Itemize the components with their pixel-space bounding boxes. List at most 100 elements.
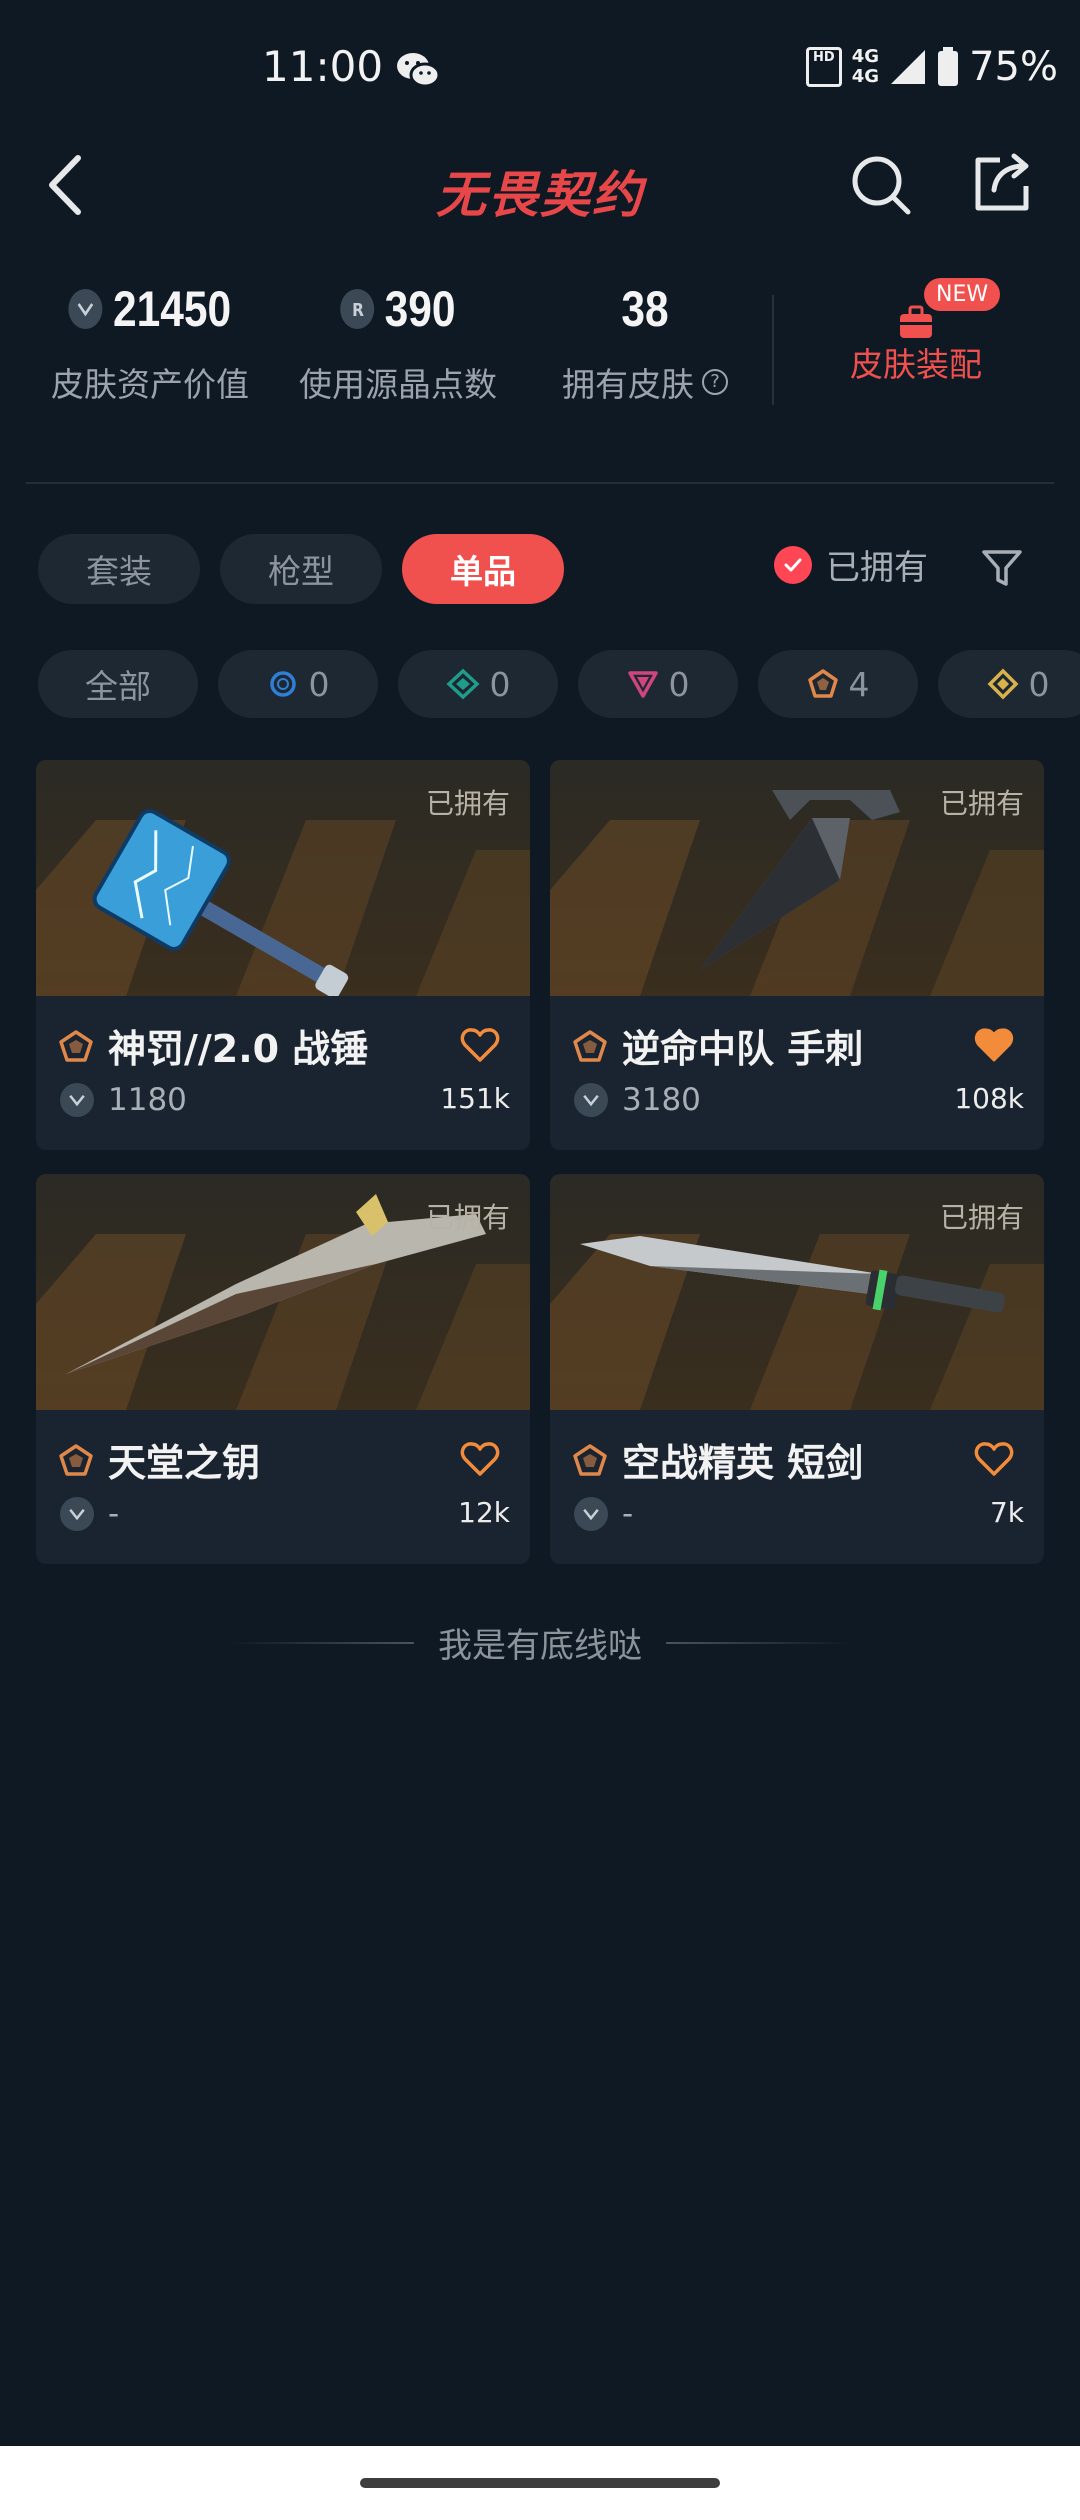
section-divider (26, 482, 1054, 484)
item-price: - (574, 1496, 633, 1532)
item-name: 神罚//2.0 战锤 (108, 1027, 369, 1071)
vp-icon (574, 1497, 608, 1531)
tab-single-items[interactable]: 单品 (402, 534, 564, 604)
battery-percent: 75% (969, 44, 1058, 90)
rarity-all[interactable]: 全部 (38, 650, 198, 718)
item-card[interactable]: 已拥有 天堂之钥 - 12k (36, 1174, 530, 1564)
rarity-select[interactable]: 0 (218, 650, 378, 718)
network-type: 4G 4G (852, 47, 879, 87)
owned-filter-toggle[interactable]: 已拥有 (774, 540, 928, 589)
item-title: 天堂之钥 (58, 1432, 260, 1487)
check-icon (774, 545, 812, 584)
divider-left (230, 1641, 414, 1644)
app-logo: 无畏契约 (436, 166, 644, 224)
filter-icon[interactable] (980, 546, 1024, 590)
heart-outline-icon[interactable] (460, 1440, 500, 1478)
item-name: 空战精英 短剑 (622, 1441, 864, 1485)
item-card[interactable]: 已拥有 逆命中队 手刺 3180 108k (550, 760, 1044, 1150)
item-price: 1180 (60, 1082, 187, 1118)
category-tabs: 套装 枪型 单品 (38, 534, 564, 606)
rarity-ultra[interactable]: 0 (938, 650, 1080, 718)
item-title: 逆命中队 手刺 (572, 1018, 863, 1073)
rarity-deluxe-count: 0 (489, 664, 511, 704)
owned-filter-label: 已拥有 (826, 548, 928, 588)
heart-outline-icon[interactable] (974, 1440, 1014, 1478)
skin-equip-label: 皮肤装配 (850, 345, 982, 384)
stats-divider (772, 295, 774, 405)
item-title: 空战精英 短剑 (572, 1432, 863, 1487)
loadout-icon (900, 305, 932, 338)
radianite-label: 使用源晶点数 (299, 365, 497, 404)
new-badge: NEW (924, 278, 1001, 311)
heart-filled-icon[interactable] (974, 1026, 1014, 1064)
status-indicators: HD 4G 4G 75% (805, 44, 1058, 90)
item-name: 逆命中队 手刺 (622, 1027, 864, 1071)
rarity-filter-row: 全部 0 0 0 4 0 (38, 650, 1080, 720)
share-icon[interactable] (972, 150, 1034, 214)
search-icon[interactable] (850, 154, 912, 216)
end-of-list: 我是有底线哒 (0, 1618, 1080, 1667)
back-icon[interactable] (40, 150, 96, 220)
tab-bundles[interactable]: 套装 (38, 534, 200, 604)
like-count: 108k (954, 1082, 1024, 1115)
item-card[interactable]: 已拥有 空战精英 短剑 - 7k (550, 1174, 1044, 1564)
item-price-value: 1180 (108, 1082, 187, 1118)
asset-value-label: 皮肤资产价值 (51, 365, 249, 404)
item-image-short-sword: 已拥有 (550, 1174, 1044, 1410)
select-tier-icon (269, 671, 296, 697)
divider-right (666, 1641, 850, 1644)
rarity-all-label: 全部 (85, 667, 151, 706)
item-image-dagger: 已拥有 (550, 760, 1044, 996)
rarity-exclusive-count: 4 (848, 664, 870, 704)
asset-value: 21450 (112, 281, 232, 337)
asset-value-stat: 21450 皮肤资产价值 (40, 280, 260, 406)
ultra-tier-icon (987, 668, 1018, 700)
hd-icon: HD (805, 47, 842, 87)
owned-stat[interactable]: 38 拥有皮肤 ? (540, 280, 750, 406)
vp-icon (574, 1083, 608, 1117)
radianite-icon: R (340, 289, 375, 329)
owned-count: 38 (621, 281, 669, 337)
exclusive-tier-icon (573, 1443, 607, 1476)
rarity-deluxe[interactable]: 0 (398, 650, 558, 718)
owned-label: 拥有皮肤 (562, 365, 694, 404)
owned-tag: 已拥有 (425, 787, 510, 820)
exclusive-tier-icon (807, 669, 838, 698)
deluxe-tier-icon (445, 668, 480, 700)
radianite-value: 390 (384, 281, 456, 337)
wechat-icon (397, 53, 441, 88)
item-image-blade: 已拥有 (36, 1174, 530, 1410)
network-type-top: 4G (851, 46, 880, 67)
like-count: 151k (440, 1082, 510, 1115)
item-card[interactable]: 已拥有 神罚//2.0 战锤 1180 151k (36, 760, 530, 1150)
owned-tag: 已拥有 (939, 787, 1024, 820)
rarity-ultra-count: 0 (1028, 664, 1050, 704)
owned-tag: 已拥有 (425, 1201, 510, 1234)
help-icon[interactable]: ? (702, 369, 728, 395)
item-price-value: - (108, 1496, 120, 1532)
vp-icon (68, 289, 103, 329)
item-price-value: - (622, 1496, 634, 1532)
status-time: 11:00 (262, 42, 384, 91)
item-price: - (60, 1496, 119, 1532)
exclusive-tier-icon (573, 1029, 607, 1062)
item-price: 3180 (574, 1082, 701, 1118)
rarity-exclusive[interactable]: 4 (758, 650, 918, 718)
tab-weapon-type[interactable]: 枪型 (220, 534, 382, 604)
heart-outline-icon[interactable] (460, 1026, 500, 1064)
item-image-hammer: 已拥有 (36, 760, 530, 996)
exclusive-tier-icon (59, 1443, 93, 1476)
exclusive-tier-icon (59, 1029, 93, 1062)
home-indicator[interactable] (360, 2478, 720, 2488)
like-count: 7k (989, 1496, 1024, 1529)
rarity-premium[interactable]: 0 (578, 650, 738, 718)
signal-icon (891, 50, 926, 84)
item-price-value: 3180 (622, 1082, 701, 1118)
status-bar: 11:00 HD 4G 4G 75% (0, 0, 1080, 140)
rarity-premium-count: 0 (668, 664, 690, 704)
vp-icon (60, 1497, 94, 1531)
item-title: 神罚//2.0 战锤 (58, 1018, 368, 1073)
owned-tag: 已拥有 (939, 1201, 1024, 1234)
item-name: 天堂之钥 (108, 1441, 261, 1485)
battery-icon (938, 47, 959, 86)
